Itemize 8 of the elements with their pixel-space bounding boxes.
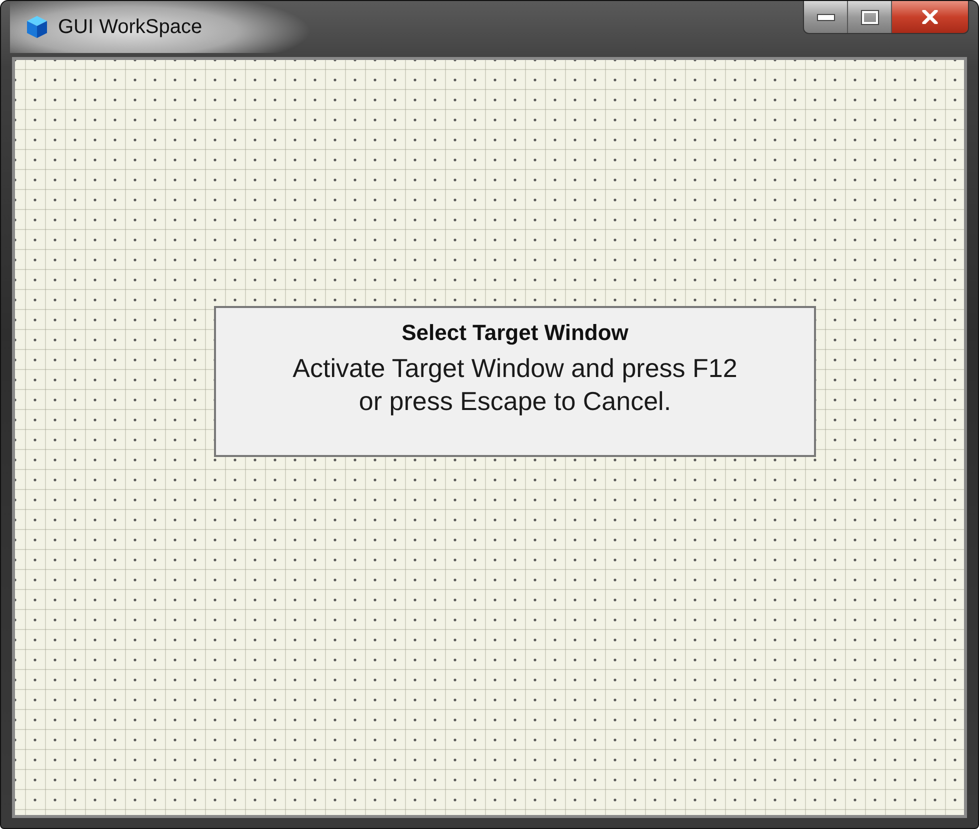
panel-title: Select Target Window (402, 320, 628, 346)
close-icon (922, 10, 938, 24)
maximize-button[interactable] (848, 1, 892, 33)
panel-message: Activate Target Window and press F12 or press Escape to Cancel. (292, 352, 738, 417)
close-button[interactable] (892, 1, 968, 33)
cube-icon (26, 15, 48, 39)
window-title: GUI WorkSpace (58, 16, 202, 38)
minimize-button[interactable] (804, 1, 848, 33)
